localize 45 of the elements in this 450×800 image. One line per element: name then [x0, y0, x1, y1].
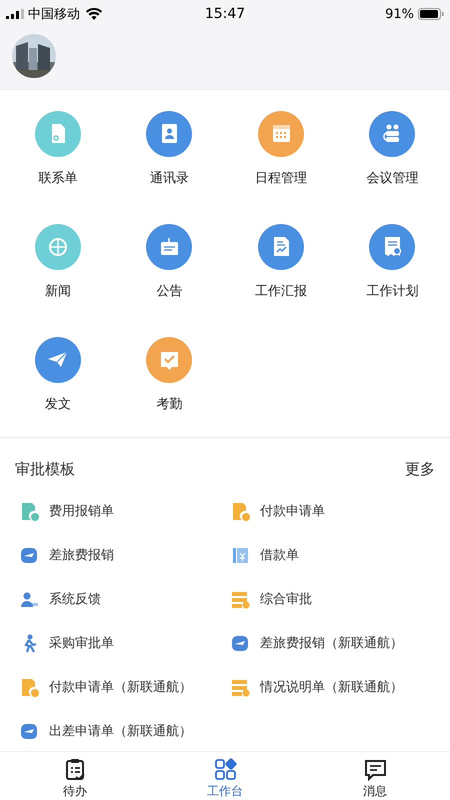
battery-icon [418, 8, 444, 20]
app-shortcut[interactable]: 公告 [114, 203, 225, 316]
template-item[interactable]: 情况说明单（新联通航） [231, 665, 442, 709]
app-shortcut[interactable]: 会议管理 [336, 90, 448, 203]
message-icon [364, 758, 386, 781]
app-shortcut[interactable]: 通讯录 [114, 90, 225, 203]
template-item[interactable]: 费用报销单 [20, 489, 231, 533]
app-label: 联系单 [38, 170, 78, 187]
app-shortcut[interactable]: 工作计划 [336, 203, 448, 316]
app-label: 会议管理 [366, 170, 418, 187]
wifi-icon [86, 8, 102, 20]
app-label: 发文 [44, 396, 71, 413]
carrier-name: 中国移动 [28, 6, 80, 23]
template-item[interactable]: 付款申请单 [231, 489, 442, 533]
template-item[interactable]: 差旅费报销 [20, 533, 231, 577]
more-link[interactable]: 更多 [405, 460, 435, 479]
app-label: 通讯录 [150, 170, 189, 187]
battery-percent: 91% [385, 6, 414, 22]
signal-icon [6, 9, 24, 19]
clock-time: 15:47 [204, 6, 246, 22]
app-shortcut[interactable]: 新闻 [2, 203, 114, 316]
template-item[interactable]: 借款单 [231, 533, 442, 577]
app-shortcut[interactable]: 联系单 [2, 90, 114, 203]
template-item[interactable]: 出差申请单（新联通航） [20, 709, 231, 751]
template-item[interactable]: 付款申请单（新联通航） [20, 665, 231, 709]
app-shortcut[interactable]: 发文 [2, 316, 114, 429]
tasks-icon [64, 758, 86, 781]
app-shortcut[interactable]: 工作汇报 [225, 203, 336, 316]
tab-item[interactable]: 消息 [300, 752, 450, 800]
app-label: 公告 [156, 283, 182, 300]
section-title: 审批模板 [15, 460, 75, 479]
app-label: 日程管理 [254, 170, 307, 187]
template-item[interactable]: 综合审批 [231, 577, 442, 621]
template-item[interactable]: 系统反馈 [20, 577, 231, 621]
app-shortcut[interactable]: 考勤 [114, 316, 225, 429]
app-label: 工作汇报 [254, 283, 307, 300]
app-label: 工作计划 [366, 283, 418, 300]
grid-icon [214, 758, 236, 781]
tab-item[interactable]: 工作台 [150, 752, 300, 800]
app-label: 新闻 [44, 283, 71, 300]
tab-item[interactable]: 待办 [0, 752, 150, 800]
template-item[interactable]: 采购审批单 [20, 621, 231, 665]
app-label: 考勤 [156, 396, 182, 413]
template-item[interactable]: 差旅费报销（新联通航） [231, 621, 442, 665]
app-shortcut[interactable]: 日程管理 [225, 90, 336, 203]
